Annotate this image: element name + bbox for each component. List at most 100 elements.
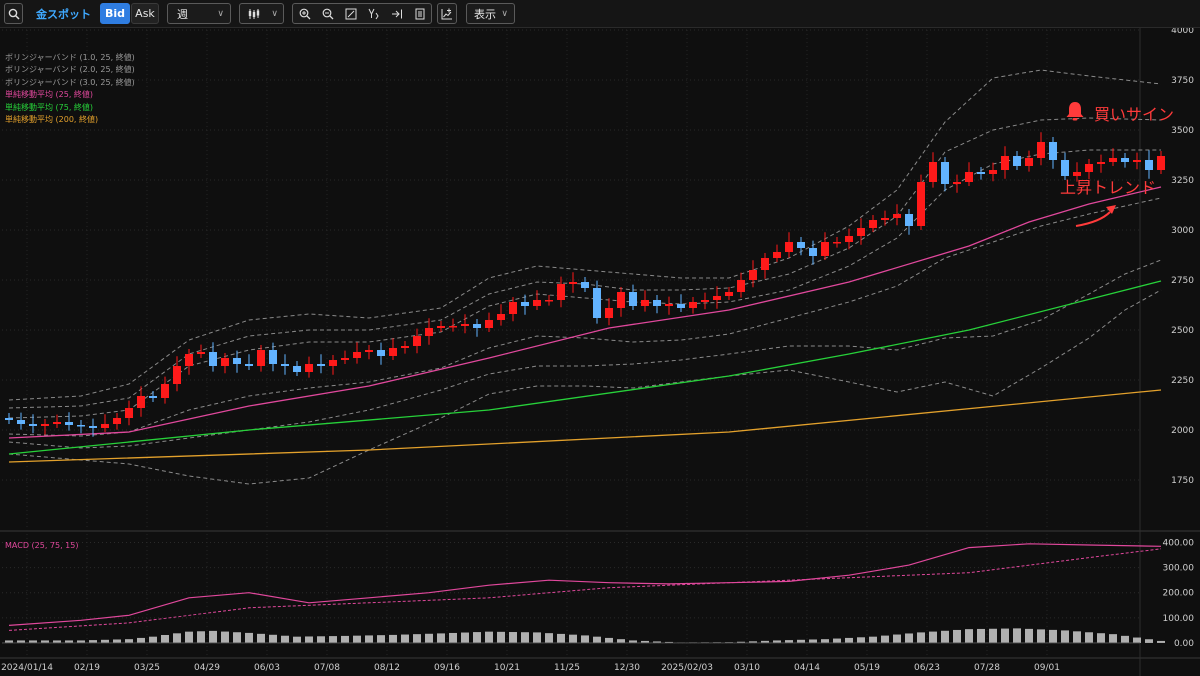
candle-body bbox=[89, 426, 97, 428]
candle-body bbox=[233, 358, 241, 364]
macd-histogram-bar bbox=[869, 636, 877, 643]
time-tick-label: 03/10 bbox=[734, 663, 760, 673]
price-tick-label: 2250 bbox=[1171, 376, 1194, 386]
period-value: 週 bbox=[177, 7, 188, 21]
fit-screen-icon[interactable] bbox=[344, 7, 358, 21]
candle-body bbox=[1013, 156, 1021, 166]
symbol-label[interactable]: 金スポット bbox=[36, 3, 91, 24]
candle-body bbox=[785, 242, 793, 252]
candle-body bbox=[341, 358, 349, 360]
price-chart[interactable]: 1750 2000 2250 2500 2750 3000 3250 3500 3750 4000… bbox=[0, 28, 1200, 676]
macd-histogram-bar bbox=[89, 640, 97, 643]
candle-body bbox=[989, 170, 997, 174]
jump-to-latest-icon[interactable] bbox=[390, 7, 404, 21]
candle-body bbox=[1037, 142, 1045, 158]
macd-histogram-bar bbox=[857, 637, 865, 643]
price-tick-label: 2500 bbox=[1171, 326, 1194, 336]
candle-body bbox=[293, 366, 301, 372]
price-tick-label: 3500 bbox=[1171, 126, 1194, 136]
macd-histogram-bar bbox=[965, 629, 973, 643]
add-indicator-button[interactable] bbox=[437, 3, 457, 24]
ask-button[interactable]: Ask bbox=[131, 3, 159, 24]
candle-body bbox=[317, 364, 325, 366]
candle-body bbox=[821, 242, 829, 256]
document-icon[interactable] bbox=[413, 7, 427, 21]
legend-entry: 単純移動平均 (25, 終値) bbox=[5, 90, 94, 100]
macd-histogram-bar bbox=[125, 639, 133, 643]
candle-body bbox=[593, 288, 601, 318]
candle-body bbox=[869, 220, 877, 228]
candle-body bbox=[209, 352, 217, 366]
candle-body bbox=[1049, 142, 1057, 160]
macd-histogram-bar bbox=[617, 639, 625, 643]
macd-histogram-bar bbox=[1025, 628, 1033, 643]
macd-histogram-bar bbox=[593, 636, 601, 643]
search-button[interactable] bbox=[4, 3, 23, 24]
zoom-out-icon[interactable] bbox=[321, 7, 335, 21]
macd-histogram-bar bbox=[413, 634, 421, 643]
candle-body bbox=[125, 408, 133, 418]
candle-body bbox=[65, 422, 73, 425]
macd-histogram-bar bbox=[497, 631, 505, 643]
time-tick-label: 09/01 bbox=[1034, 663, 1060, 673]
macd-histogram-bar bbox=[1121, 635, 1129, 643]
candle-body bbox=[581, 282, 589, 288]
macd-histogram-bar bbox=[317, 636, 325, 643]
add-indicator-icon bbox=[441, 8, 453, 20]
candle-body bbox=[41, 424, 49, 426]
candle-body bbox=[161, 384, 169, 398]
macd-histogram-bar bbox=[953, 629, 961, 643]
candle-body bbox=[377, 350, 385, 356]
candle-body bbox=[569, 282, 577, 284]
candle-body bbox=[1097, 162, 1105, 164]
candle-body bbox=[197, 352, 205, 354]
candlestick-type-icon bbox=[248, 8, 260, 20]
time-tick-label: 06/03 bbox=[254, 663, 280, 673]
legend-entry: ボリンジャーバンド (1.0, 25, 終値) bbox=[5, 53, 135, 62]
candle-body bbox=[77, 425, 85, 427]
candle-body bbox=[305, 364, 313, 372]
macd-histogram-bar bbox=[1037, 629, 1045, 643]
price-tick-label: 4000 bbox=[1171, 28, 1194, 36]
macd-histogram-bar bbox=[425, 633, 433, 643]
price-tick-label: 3000 bbox=[1171, 226, 1194, 236]
macd-histogram-bar bbox=[1013, 628, 1021, 643]
macd-histogram-bar bbox=[437, 633, 445, 643]
candle-body bbox=[521, 302, 529, 306]
candle-body bbox=[773, 252, 781, 258]
candle-body bbox=[1001, 156, 1009, 170]
macd-histogram-bar bbox=[833, 638, 841, 643]
macd-histogram-bar bbox=[545, 633, 553, 643]
macd-histogram-bar bbox=[101, 639, 109, 643]
macd-histogram-bar bbox=[341, 635, 349, 643]
candle-body bbox=[629, 292, 637, 306]
macd-histogram-bar bbox=[197, 631, 205, 643]
macd-histogram-bar bbox=[449, 632, 457, 643]
time-tick-label: 02/19 bbox=[74, 663, 100, 673]
macd-legend: MACD (25, 75, 15) bbox=[5, 541, 79, 550]
macd-histogram-bar bbox=[209, 630, 217, 643]
bid-button[interactable]: Bid bbox=[100, 3, 130, 24]
candle-body bbox=[881, 218, 889, 220]
candle-body bbox=[365, 350, 373, 352]
candle-body bbox=[641, 300, 649, 306]
candle-body bbox=[965, 172, 973, 182]
macd-histogram-bar bbox=[1073, 631, 1081, 643]
display-menu-button[interactable]: 表示 ∨ bbox=[466, 3, 515, 24]
macd-histogram-bar bbox=[1085, 632, 1093, 643]
chart-type-select[interactable]: ∨ bbox=[239, 3, 284, 24]
time-tick-label: 12/30 bbox=[614, 663, 640, 673]
macd-histogram-bar bbox=[1145, 639, 1153, 643]
auto-scale-icon[interactable] bbox=[367, 7, 381, 21]
zoom-in-icon[interactable] bbox=[298, 7, 312, 21]
candle-body bbox=[1133, 160, 1141, 162]
buy-signal-annotation: 買いサイン bbox=[1064, 100, 1174, 126]
time-tick-label: 07/08 bbox=[314, 663, 340, 673]
candle-body bbox=[401, 346, 409, 348]
macd-histogram-bar bbox=[461, 632, 469, 643]
period-select[interactable]: 週 ∨ bbox=[167, 3, 231, 24]
candle-body bbox=[929, 162, 937, 182]
macd-histogram-bar bbox=[257, 633, 265, 643]
macd-histogram-bar bbox=[233, 632, 241, 643]
macd-histogram-bar bbox=[161, 634, 169, 643]
